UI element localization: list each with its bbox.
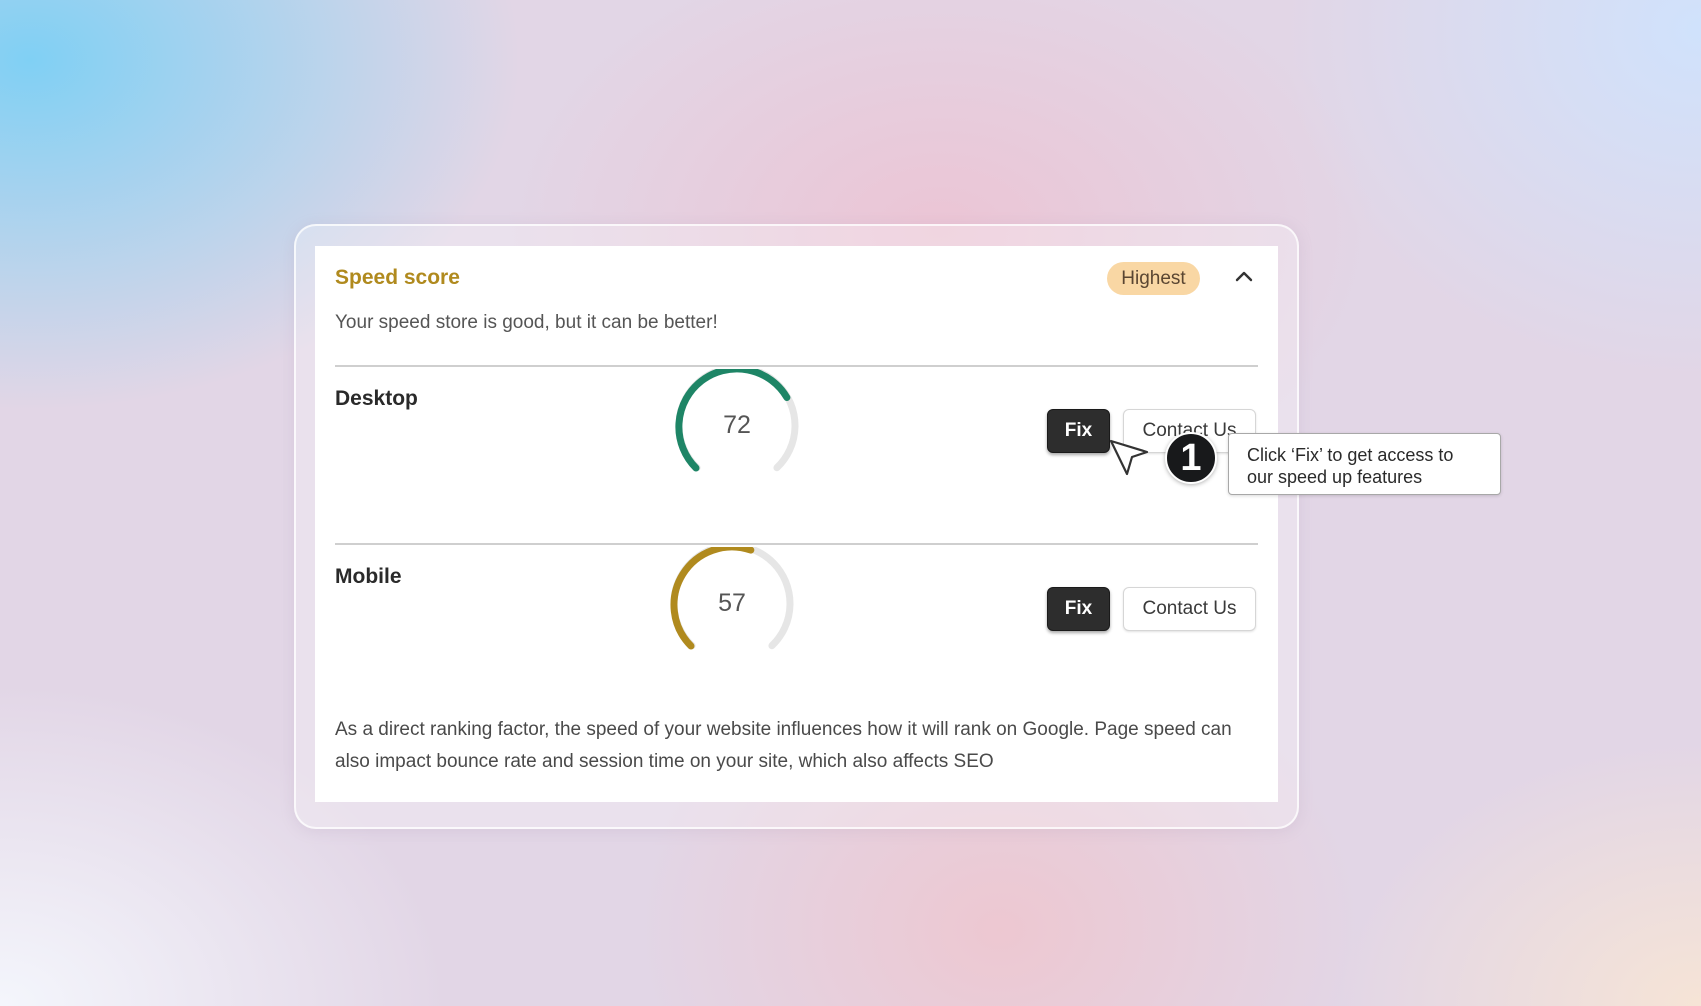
mobile-fix-button[interactable]: Fix bbox=[1047, 587, 1110, 631]
row-label-desktop: Desktop bbox=[335, 387, 418, 410]
divider bbox=[335, 365, 1258, 367]
mobile-score-gauge: 57 bbox=[667, 542, 797, 657]
collapse-button[interactable] bbox=[1231, 264, 1257, 290]
speed-score-card: Speed score Highest Your speed store is … bbox=[315, 246, 1278, 802]
priority-badge: Highest bbox=[1107, 262, 1200, 295]
desktop-fix-button[interactable]: Fix bbox=[1047, 409, 1110, 453]
card-subtitle: Your speed store is good, but it can be … bbox=[335, 312, 718, 333]
mobile-contact-button[interactable]: Contact Us bbox=[1123, 587, 1256, 631]
tour-tooltip: Click ‘Fix’ to get access to our speed u… bbox=[1228, 433, 1501, 495]
tour-step-badge: 1 bbox=[1165, 432, 1217, 484]
card-title: Speed score bbox=[335, 266, 460, 289]
desktop-score-gauge: 72 bbox=[672, 364, 802, 479]
desktop-score-value: 72 bbox=[723, 411, 751, 439]
chevron-up-icon bbox=[1235, 271, 1253, 282]
divider bbox=[335, 543, 1258, 545]
pointer-cursor-icon bbox=[1109, 439, 1149, 476]
row-label-mobile: Mobile bbox=[335, 565, 402, 588]
seo-explanation: As a direct ranking factor, the speed of… bbox=[335, 719, 1232, 772]
mobile-score-value: 57 bbox=[718, 589, 746, 617]
